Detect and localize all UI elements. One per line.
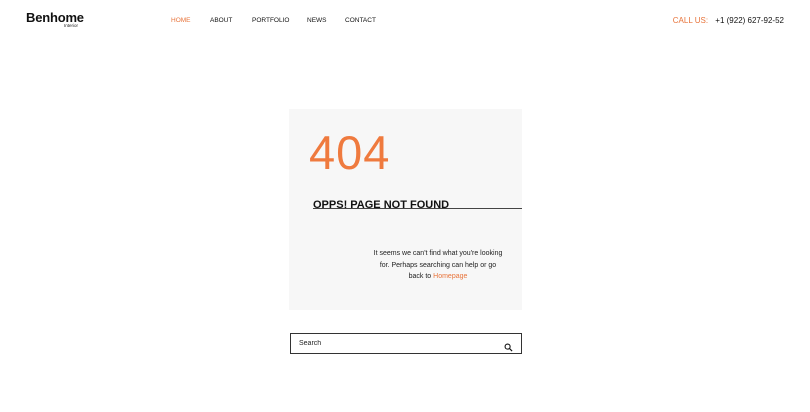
phone-number[interactable]: +1 (922) 627-92-52 <box>715 16 784 25</box>
nav-item-contact[interactable]: CONTACT <box>345 17 376 24</box>
error-title: OPPS! PAGE NOT FOUND <box>313 199 450 211</box>
search-input[interactable] <box>299 337 499 350</box>
site-header: Benhome Interior HOME ABOUT PORTFOLIO NE… <box>0 0 810 42</box>
call-us-label: CALL US: <box>672 16 709 25</box>
search-box <box>290 333 522 354</box>
title-underline <box>313 208 522 209</box>
error-panel: 404 OPPS! PAGE NOT FOUND It seems we can… <box>289 109 522 310</box>
nav-item-about[interactable]: ABOUT <box>210 17 232 24</box>
logo-tagline: Interior <box>64 23 79 28</box>
logo[interactable]: Benhome Interior <box>26 11 84 28</box>
error-message: It seems we can't find what you're looki… <box>373 248 503 283</box>
error-code: 404 <box>309 126 391 179</box>
search-icon[interactable] <box>504 339 513 352</box>
nav-item-home[interactable]: HOME <box>171 17 191 24</box>
call-us: CALL US: +1 (922) 627-92-52 <box>673 16 784 25</box>
homepage-link[interactable]: Homepage <box>433 273 467 280</box>
nav-item-portfolio[interactable]: PORTFOLIO <box>252 17 289 24</box>
nav-item-news[interactable]: NEWS <box>307 17 327 24</box>
